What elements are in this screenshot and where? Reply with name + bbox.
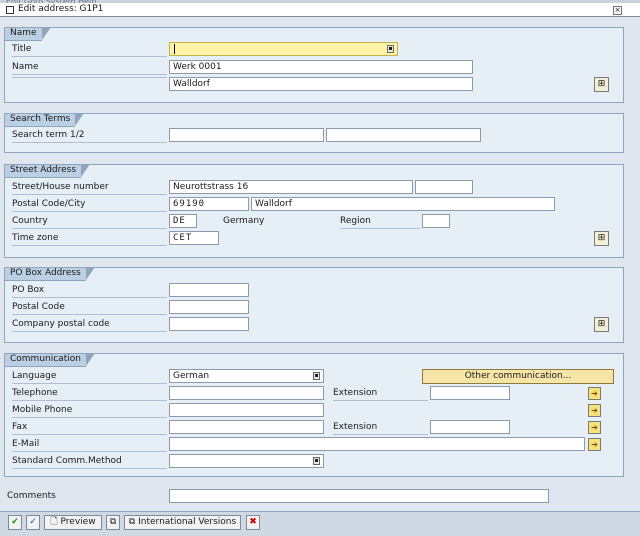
email-field[interactable] bbox=[169, 437, 585, 451]
timezone-field[interactable]: CET bbox=[169, 231, 219, 245]
telephone-more-button[interactable]: ➔ bbox=[588, 387, 601, 400]
postal-code-field[interactable]: 69190 bbox=[169, 197, 249, 211]
arrow-right-icon: ➔ bbox=[591, 440, 598, 449]
std-comm-method-field[interactable]: ▪ bbox=[169, 454, 324, 468]
street-label: Street/House number bbox=[12, 180, 167, 195]
name2-label-line bbox=[12, 77, 167, 78]
cancel-button[interactable]: ✖ bbox=[246, 515, 260, 530]
fax-more-button[interactable]: ➔ bbox=[588, 421, 601, 434]
arrow-right-icon: ➔ bbox=[591, 389, 598, 398]
value-help-icon[interactable]: ▪ bbox=[313, 372, 320, 380]
arrow-right-icon: ➔ bbox=[591, 423, 598, 432]
copy-icon: ⧉ bbox=[109, 517, 117, 527]
checkmark-icon: ✔ bbox=[11, 517, 19, 527]
search-term2-field[interactable] bbox=[326, 128, 481, 142]
region-label: Region bbox=[340, 214, 420, 229]
value-help-icon[interactable]: ▪ bbox=[313, 457, 320, 465]
street-more-button[interactable]: ⊞ bbox=[594, 231, 609, 246]
telephone-label: Telephone bbox=[12, 386, 167, 401]
versions-icon: ⧉ bbox=[128, 517, 136, 527]
street-section-title: Street Address bbox=[4, 164, 91, 178]
expand-fields-icon: ⊞ bbox=[597, 233, 606, 243]
pobox-section-title: PO Box Address bbox=[4, 267, 95, 281]
mobile-label: Mobile Phone bbox=[12, 403, 167, 418]
email-more-button[interactable]: ➔ bbox=[588, 438, 601, 451]
language-field[interactable]: German ▪ bbox=[169, 369, 324, 383]
language-label: Language bbox=[12, 369, 167, 384]
timezone-label: Time zone bbox=[12, 231, 167, 246]
company-postal-field[interactable] bbox=[169, 317, 249, 331]
std-comm-method-label: Standard Comm.Method bbox=[12, 454, 167, 469]
postal-city-label: Postal Code/City bbox=[12, 197, 167, 212]
application-toolbar: ✔ ✓ 🗋 Preview ⧉ ⧉ International Versions… bbox=[0, 511, 640, 536]
window-icon bbox=[6, 6, 14, 14]
check-icon: ✓ bbox=[29, 517, 37, 527]
cancel-icon: ✖ bbox=[249, 517, 257, 527]
dialog-title: Edit address: G1P1 bbox=[18, 4, 104, 14]
arrow-right-icon: ➔ bbox=[591, 406, 598, 415]
title-field[interactable]: ▪ bbox=[169, 42, 398, 56]
country-label: Country bbox=[12, 214, 167, 229]
fax-label: Fax bbox=[12, 420, 167, 435]
close-icon[interactable]: × bbox=[613, 6, 622, 15]
country-field[interactable]: DE bbox=[169, 214, 197, 228]
pobox-postal-label: Postal Code bbox=[12, 300, 167, 315]
region-field[interactable] bbox=[422, 214, 450, 228]
title-label: Title bbox=[12, 42, 167, 57]
company-postal-label: Company postal code bbox=[12, 317, 167, 332]
comments-label: Comments bbox=[7, 491, 56, 501]
pobox-postal-field[interactable] bbox=[169, 300, 249, 314]
name2-field[interactable]: Walldorf bbox=[169, 77, 473, 91]
mobile-more-button[interactable]: ➔ bbox=[588, 404, 601, 417]
dialog-title-bar: Edit address: G1P1 × bbox=[0, 3, 640, 17]
search-term1-field[interactable] bbox=[169, 128, 324, 142]
fax-field[interactable] bbox=[169, 420, 324, 434]
more-fields-button[interactable]: ⊞ bbox=[594, 77, 609, 92]
mobile-field[interactable] bbox=[169, 403, 324, 417]
name-label: Name bbox=[12, 60, 167, 75]
check-entries-button[interactable]: ✓ bbox=[26, 515, 40, 530]
confirm-button[interactable]: ✔ bbox=[8, 515, 22, 530]
tel-extension-field[interactable] bbox=[430, 386, 510, 400]
pobox-label: PO Box bbox=[12, 283, 167, 298]
fax-extension-label: Extension bbox=[333, 420, 428, 435]
expand-fields-icon: ⊞ bbox=[597, 79, 606, 89]
email-label: E-Mail bbox=[12, 437, 167, 452]
house-number-field[interactable] bbox=[415, 180, 473, 194]
other-communication-button[interactable]: Other communication... bbox=[422, 369, 614, 384]
name1-field[interactable]: Werk 0001 bbox=[169, 60, 473, 74]
pobox-field[interactable] bbox=[169, 283, 249, 297]
communication-section-title: Communication bbox=[4, 353, 95, 367]
value-help-icon[interactable]: ▪ bbox=[387, 45, 394, 53]
tel-extension-label: Extension bbox=[333, 386, 428, 401]
preview-button[interactable]: 🗋 Preview bbox=[44, 515, 102, 530]
expand-fields-icon: ⊞ bbox=[597, 319, 606, 329]
fax-extension-field[interactable] bbox=[430, 420, 510, 434]
name-section-title: Name bbox=[4, 27, 51, 41]
search-term-label: Search term 1/2 bbox=[12, 128, 167, 143]
telephone-field[interactable] bbox=[169, 386, 324, 400]
city-field[interactable]: Walldorf bbox=[251, 197, 555, 211]
search-section-title: Search Terms bbox=[4, 113, 85, 127]
copy-address-button[interactable]: ⧉ bbox=[106, 515, 120, 530]
comments-field[interactable] bbox=[169, 489, 549, 503]
document-icon: 🗋 bbox=[50, 517, 58, 527]
country-name: Germany bbox=[223, 216, 265, 226]
pobox-more-button[interactable]: ⊞ bbox=[594, 317, 609, 332]
street-field[interactable]: Neurottstrass 16 bbox=[169, 180, 413, 194]
international-versions-button[interactable]: ⧉ International Versions bbox=[124, 515, 241, 530]
